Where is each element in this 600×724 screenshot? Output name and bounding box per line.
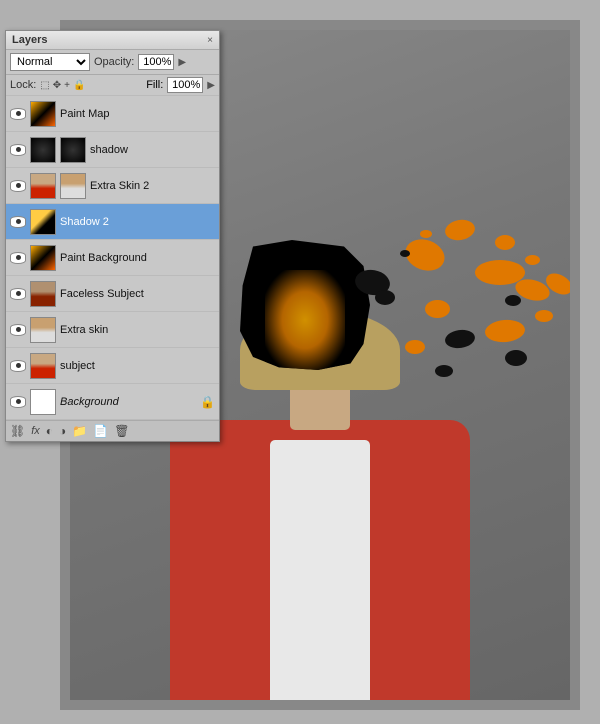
layer-name-shadow: shadow: [90, 144, 215, 156]
shirt-red: [170, 420, 470, 700]
layer-name-paint-map: Paint Map: [60, 108, 215, 120]
layer-row-paint-bg[interactable]: Paint Background: [6, 240, 219, 276]
yellow-glow: [265, 270, 345, 370]
layer-list: Paint Map shadow Extra Skin 2 Shadow 2 Paint…: [6, 96, 219, 420]
layer-row-subject[interactable]: subject: [6, 348, 219, 384]
layer-row-extra-skin-2[interactable]: Extra Skin 2: [6, 168, 219, 204]
link-layers-button[interactable]: ⛓: [10, 424, 25, 438]
visibility-toggle-faceless-subject[interactable]: [10, 288, 26, 300]
layer-thumb-subject: [30, 353, 56, 379]
visibility-toggle-shadow[interactable]: [10, 144, 26, 156]
layer-name-extra-skin-2: Extra Skin 2: [90, 180, 215, 192]
blend-mode-select[interactable]: Normal: [10, 53, 90, 71]
visibility-toggle-subject[interactable]: [10, 360, 26, 372]
layer-row-background[interactable]: Background 🔒: [6, 384, 219, 420]
layer-row-shadow[interactable]: shadow: [6, 132, 219, 168]
layer-name-extra-skin: Extra skin: [60, 324, 215, 336]
delete-layer-button[interactable]: 🗑: [114, 424, 129, 438]
add-mask-button[interactable]: ◐: [46, 424, 53, 438]
new-layer-button[interactable]: 📄: [93, 424, 108, 438]
layer-thumb-paint-bg: [30, 245, 56, 271]
layer-row-paint-map[interactable]: Paint Map: [6, 96, 219, 132]
new-group-button[interactable]: 📁: [72, 424, 87, 438]
fill-input[interactable]: [167, 77, 203, 93]
lock-position-icon[interactable]: ✥: [53, 80, 61, 91]
thumb2-extra-skin-2: [60, 173, 86, 199]
visibility-toggle-paint-bg[interactable]: [10, 252, 26, 264]
layer-name-faceless-subject: Faceless Subject: [60, 288, 215, 300]
visibility-toggle-background[interactable]: [10, 396, 26, 408]
panel-close-button[interactable]: ×: [207, 35, 213, 46]
lock-all-icon[interactable]: 🔒: [73, 80, 85, 91]
layer-thumb-background: [30, 389, 56, 415]
opacity-input[interactable]: [138, 54, 174, 70]
layer-name-paint-bg: Paint Background: [60, 252, 215, 264]
layers-panel: Layers × Normal Opacity: ▶ Lock: ⬚ ✥ + 🔒…: [5, 30, 220, 442]
lock-icons-group: ⬚ ✥ + 🔒: [40, 80, 85, 91]
layer-thumb-faceless-subject: [30, 281, 56, 307]
blend-mode-row: Normal Opacity: ▶: [6, 50, 219, 75]
opacity-arrow[interactable]: ▶: [178, 57, 186, 68]
panel-toolbar: ⛓ fx ◐ ◑ 📁 📄 🗑: [6, 420, 219, 441]
shirt-white: [270, 440, 370, 700]
new-adjustment-button[interactable]: ◑: [59, 424, 66, 438]
layer-row-shadow-2[interactable]: Shadow 2: [6, 204, 219, 240]
visibility-toggle-extra-skin[interactable]: [10, 324, 26, 336]
layer-name-subject: subject: [60, 360, 215, 372]
layer-name-shadow-2: Shadow 2: [60, 216, 215, 228]
visibility-toggle-extra-skin-2[interactable]: [10, 180, 26, 192]
layer-thumb-extra-skin: [30, 317, 56, 343]
opacity-label: Opacity:: [94, 56, 134, 68]
layer-row-extra-skin[interactable]: Extra skin: [6, 312, 219, 348]
layer-fx-button[interactable]: fx: [31, 425, 40, 437]
layer-thumb-paint-map: [30, 101, 56, 127]
panel-title: Layers: [12, 34, 47, 46]
visibility-toggle-paint-map[interactable]: [10, 108, 26, 120]
thumb2-shadow: [60, 137, 86, 163]
panel-titlebar: Layers ×: [6, 31, 219, 50]
thumb1-extra-skin-2: [30, 173, 56, 199]
bg-lock-icon: 🔒: [200, 395, 215, 409]
fill-label: Fill:: [146, 79, 163, 91]
visibility-toggle-shadow-2[interactable]: [10, 216, 26, 228]
lock-fill-row: Lock: ⬚ ✥ + 🔒 Fill: ▶: [6, 75, 219, 96]
lock-artboard-icon[interactable]: +: [64, 80, 70, 91]
splatter-particles: [345, 220, 570, 420]
layer-thumb-shadow-2: [30, 209, 56, 235]
layer-row-faceless-subject[interactable]: Faceless Subject: [6, 276, 219, 312]
fill-arrow[interactable]: ▶: [207, 80, 215, 91]
thumb1-shadow: [30, 137, 56, 163]
layer-name-background: Background: [60, 396, 196, 408]
lock-pixel-icon[interactable]: ⬚: [40, 80, 49, 91]
lock-label: Lock:: [10, 79, 36, 91]
